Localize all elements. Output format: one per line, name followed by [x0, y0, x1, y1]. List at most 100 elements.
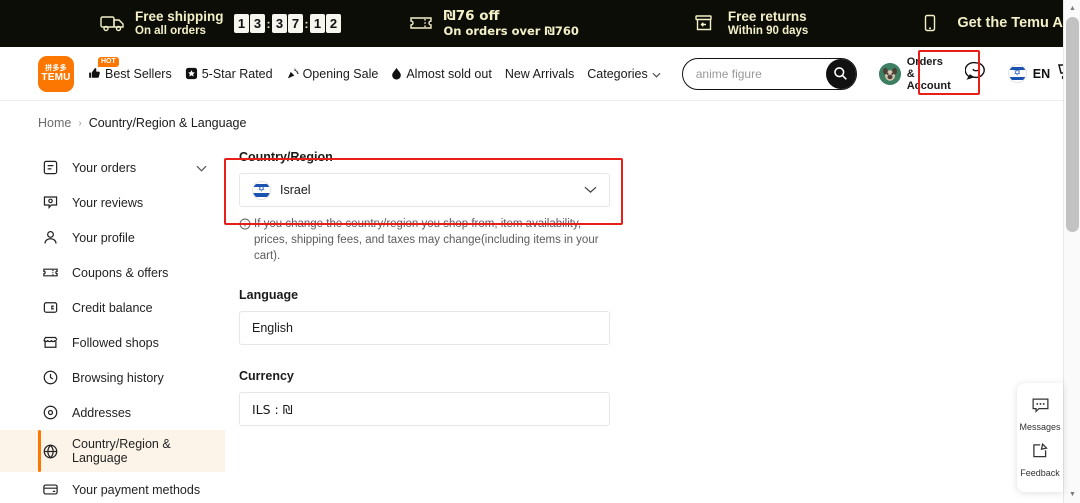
- logo-cn-text: 拼多多: [45, 64, 67, 72]
- country-region-select[interactable]: ✡ Israel: [239, 173, 610, 207]
- sidebar-item-your-profile[interactable]: Your profile: [0, 220, 225, 255]
- search-input[interactable]: [695, 66, 816, 81]
- nav-5-star-rated[interactable]: 5-Star Rated: [185, 67, 273, 81]
- nav-label: 5-Star Rated: [201, 66, 273, 81]
- search-area: [681, 57, 857, 90]
- page-root: Free shipping On all orders 1 3 : 3 7 : …: [0, 0, 1080, 503]
- messages-label: Messages: [1019, 422, 1061, 432]
- sidebar-label: Your reviews: [72, 195, 144, 210]
- promo-get-app[interactable]: Get the Temu App: [922, 0, 1080, 47]
- sidebar-label: Your payment methods: [72, 482, 201, 497]
- shop-icon: [42, 334, 62, 351]
- sidebar-item-country-region-language[interactable]: Country/Region & Language: [0, 430, 225, 472]
- promo-title: Free shipping: [135, 9, 224, 25]
- promo-title: ₪76 off: [443, 8, 500, 25]
- flame-icon: [391, 67, 402, 80]
- wallet-icon: [42, 299, 62, 316]
- currency-value: ILS : ₪: [252, 401, 293, 417]
- promo-free-shipping: Free shipping On all orders 1 3 : 3 7 : …: [100, 0, 342, 47]
- language-label: EN: [1032, 66, 1051, 81]
- nav-best-sellers[interactable]: HOT Best Sellers: [88, 56, 172, 81]
- person-icon: [42, 229, 62, 246]
- countdown-sec-tens: 1: [310, 14, 326, 33]
- confetti-icon: [286, 67, 299, 80]
- country-region-label: Country/Region: [239, 150, 333, 164]
- settings-panel: Country/Region ✡ Israel If you change th…: [239, 150, 614, 426]
- sidebar-item-followed-shops[interactable]: Followed shops: [0, 325, 225, 360]
- sidebar-item-browsing-history[interactable]: Browsing history: [0, 360, 225, 395]
- promo-subtitle: Within 90 days: [727, 24, 809, 37]
- location-pin-icon: [42, 404, 62, 421]
- dog-avatar: [878, 62, 901, 85]
- israel-flag: ✡: [1007, 64, 1027, 83]
- feedback-label: Feedback: [1020, 468, 1060, 478]
- chat-button[interactable]: [964, 60, 987, 87]
- currency-select[interactable]: ILS : ₪: [239, 392, 610, 426]
- temu-logo[interactable]: 拼多多 TEMU: [38, 55, 74, 92]
- nav-label: Almost sold out: [406, 66, 492, 81]
- sidebar-label: Country/Region & Language: [72, 437, 171, 465]
- orders-line2: Account: [906, 79, 951, 92]
- sidebar-item-addresses[interactable]: Addresses: [0, 395, 225, 430]
- messages-button[interactable]: Messages: [1017, 392, 1063, 437]
- scroll-down-arrow[interactable]: ▼: [1064, 486, 1080, 503]
- star-badge-icon: [185, 67, 198, 80]
- sidebar-label: Credit balance: [72, 300, 153, 315]
- scroll-up-arrow[interactable]: ▲: [1064, 0, 1080, 17]
- sidebar-item-your-reviews[interactable]: Your reviews: [0, 185, 225, 220]
- language-select[interactable]: English: [239, 311, 610, 345]
- feedback-button[interactable]: Feedback: [1017, 437, 1063, 483]
- sidebar-label: Your orders: [72, 160, 137, 175]
- country-region-value: Israel: [280, 183, 311, 197]
- site-header: 拼多多 TEMU HOT Best Sellers 5-Star Rated O…: [0, 47, 1077, 101]
- sidebar-item-your-orders[interactable]: Your orders: [0, 150, 225, 185]
- language-selector[interactable]: ✡ EN: [1001, 60, 1057, 87]
- breadcrumb-separator: ›: [78, 117, 82, 129]
- credit-card-icon: [42, 481, 62, 498]
- orders-account-button[interactable]: Orders & Account: [878, 55, 951, 92]
- logo-en-text: TEMU: [41, 72, 71, 83]
- sidebar-item-your-payment-methods[interactable]: Your payment methods: [0, 472, 225, 503]
- order-list-icon: [42, 159, 62, 176]
- breadcrumb-home[interactable]: Home: [38, 116, 71, 130]
- promo-free-returns: Free returns Within 90 days: [693, 0, 808, 47]
- message-bubble-icon: [1031, 397, 1050, 419]
- clock-icon: [42, 369, 62, 386]
- chevron-down-icon: [584, 183, 597, 197]
- header-right: Orders & Account ✡ EN: [878, 55, 1080, 92]
- info-icon: [239, 216, 251, 264]
- countdown-min-tens: 3: [272, 14, 288, 33]
- feedback-pencil-icon: [1031, 442, 1049, 465]
- sidebar-item-credit-balance[interactable]: Credit balance: [0, 290, 225, 325]
- countdown-hours-ones: 3: [250, 14, 266, 33]
- nav-opening-sale[interactable]: Opening Sale: [286, 66, 379, 81]
- language-value: English: [252, 321, 293, 335]
- chevron-down-icon[interactable]: [196, 161, 207, 175]
- country-change-note: If you change the country/region you sho…: [239, 216, 601, 264]
- globe-icon: [42, 443, 62, 460]
- nav-categories[interactable]: Categories: [587, 66, 661, 81]
- thumbs-up-icon: [88, 67, 101, 80]
- nav-label: New Arrivals: [504, 66, 575, 81]
- countdown-min-ones: 7: [288, 14, 304, 33]
- countdown-hours-tens: 1: [234, 14, 250, 33]
- account-sidebar: Your orders Your reviews Your profile Co…: [0, 150, 225, 503]
- nav-label: Opening Sale: [302, 66, 379, 81]
- nav-label: Categories: [587, 66, 648, 81]
- phone-icon: [922, 14, 948, 34]
- sidebar-label: Browsing history: [72, 370, 164, 385]
- sidebar-item-coupons-offers[interactable]: Coupons & offers: [0, 255, 225, 290]
- orders-line1: Orders &: [906, 55, 943, 80]
- search-button[interactable]: [825, 58, 856, 89]
- nav-new-arrivals[interactable]: New Arrivals: [505, 67, 574, 81]
- coupon-icon: [409, 14, 435, 34]
- page-scrollbar[interactable]: ▲ ▼: [1063, 0, 1080, 503]
- nav-almost-sold-out[interactable]: Almost sold out: [391, 66, 492, 81]
- sidebar-label: Coupons & offers: [72, 265, 169, 280]
- breadcrumb-current: Country/Region & Language: [88, 116, 247, 130]
- return-box-icon: [693, 14, 719, 34]
- promo-banner: Free shipping On all orders 1 3 : 3 7 : …: [0, 0, 1080, 47]
- breadcrumb: Home › Country/Region & Language: [38, 116, 246, 130]
- scrollbar-thumb[interactable]: [1066, 17, 1079, 232]
- chevron-down-icon: [652, 67, 661, 81]
